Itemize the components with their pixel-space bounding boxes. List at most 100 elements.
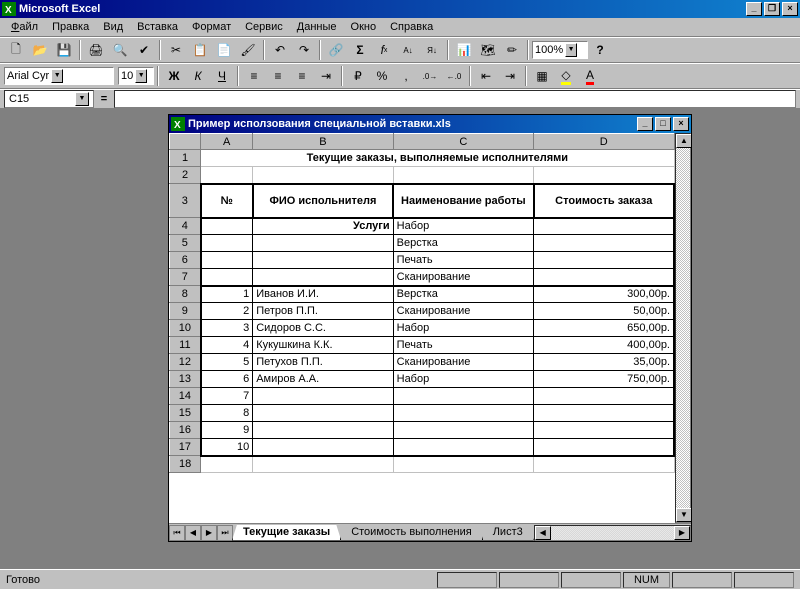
row-2[interactable]: 2 — [170, 167, 201, 184]
table-cell[interactable]: 8 — [201, 405, 253, 422]
row-7[interactable]: 7 — [170, 269, 201, 286]
row-5[interactable]: 5 — [170, 235, 201, 252]
save-icon[interactable]: 💾 — [53, 39, 75, 61]
menu-window[interactable]: Окно — [344, 20, 384, 34]
menu-insert[interactable]: Вставка — [130, 20, 185, 34]
table-cell[interactable]: Набор — [393, 371, 533, 388]
minimize-button[interactable]: _ — [746, 2, 762, 16]
table-cell[interactable]: Сканирование — [393, 303, 533, 320]
row-8[interactable]: 8 — [170, 286, 201, 303]
function-icon[interactable]: fx — [373, 39, 395, 61]
menu-format[interactable]: Формат — [185, 20, 238, 34]
table-cell[interactable]: 650,00р. — [534, 320, 674, 337]
menu-data[interactable]: Данные — [290, 20, 344, 34]
menu-help[interactable]: Справка — [383, 20, 440, 34]
col-C[interactable]: C — [393, 134, 533, 150]
tab-prev-icon[interactable]: ◀ — [185, 525, 201, 541]
scroll-right-icon[interactable]: ▶ — [674, 526, 690, 540]
sort-desc-icon[interactable]: Я↓ — [421, 39, 443, 61]
scroll-left-icon[interactable]: ◀ — [535, 526, 551, 540]
table-cell[interactable]: 35,00р. — [534, 354, 674, 371]
th-fio[interactable]: ФИО испольнителя — [253, 184, 393, 218]
row-3[interactable]: 3 — [170, 184, 201, 218]
inc-indent-icon[interactable]: ⇥ — [499, 65, 521, 87]
inc-decimal-icon[interactable]: .0→ — [419, 65, 441, 87]
autosum-icon[interactable]: Σ — [349, 39, 371, 61]
table-cell[interactable]: Сканирование — [393, 354, 533, 371]
row-11[interactable]: 11 — [170, 337, 201, 354]
table-cell[interactable] — [393, 439, 533, 456]
table-cell[interactable]: 1 — [201, 286, 253, 303]
table-cell[interactable]: Петров П.П. — [253, 303, 393, 320]
col-D[interactable]: D — [534, 134, 674, 150]
table-cell[interactable]: Печать — [393, 337, 533, 354]
table-cell[interactable]: Сидоров С.С. — [253, 320, 393, 337]
menu-view[interactable]: Вид — [96, 20, 130, 34]
table-cell[interactable]: 300,00р. — [534, 286, 674, 303]
dec-decimal-icon[interactable]: ←.0 — [443, 65, 465, 87]
th-cost[interactable]: Стоимость заказа — [534, 184, 674, 218]
table-cell[interactable] — [253, 422, 393, 439]
row-16[interactable]: 16 — [170, 422, 201, 439]
align-center-icon[interactable]: ≡ — [267, 65, 289, 87]
table-cell[interactable]: Петухов П.П. — [253, 354, 393, 371]
table-cell[interactable]: Кукушкина К.К. — [253, 337, 393, 354]
spell-icon[interactable]: ✔ — [133, 39, 155, 61]
scroll-up-icon[interactable]: ▲ — [676, 134, 691, 148]
select-all-corner[interactable] — [170, 134, 201, 150]
row-14[interactable]: 14 — [170, 388, 201, 405]
bold-icon[interactable]: Ж — [163, 65, 185, 87]
table-cell[interactable]: 9 — [201, 422, 253, 439]
row-17[interactable]: 17 — [170, 439, 201, 456]
table-cell[interactable]: 3 — [201, 320, 253, 337]
table-cell[interactable] — [393, 422, 533, 439]
chart-icon[interactable]: 📊 — [453, 39, 475, 61]
table-cell[interactable]: 4 — [201, 337, 253, 354]
services-label[interactable]: Услуги — [253, 218, 393, 235]
dec-indent-icon[interactable]: ⇤ — [475, 65, 497, 87]
map-icon[interactable]: 🗺 — [477, 39, 499, 61]
table-cell[interactable] — [393, 388, 533, 405]
italic-icon[interactable]: К — [187, 65, 209, 87]
copy-icon[interactable]: 📋 — [189, 39, 211, 61]
tab-last-icon[interactable]: ⏭ — [217, 525, 233, 541]
cut-icon[interactable]: ✂ — [165, 39, 187, 61]
percent-icon[interactable]: % — [371, 65, 393, 87]
size-combo[interactable]: 10▼ — [118, 67, 154, 85]
open-icon[interactable]: 📂 — [29, 39, 51, 61]
formula-input[interactable] — [114, 90, 796, 108]
comma-icon[interactable]: , — [395, 65, 417, 87]
row-13[interactable]: 13 — [170, 371, 201, 388]
row-1[interactable]: 1 — [170, 150, 201, 167]
th-num[interactable]: № — [201, 184, 253, 218]
menu-file[interactable]: Файл — [4, 20, 45, 34]
print-icon[interactable]: 🖨 — [85, 39, 107, 61]
table-cell[interactable]: 7 — [201, 388, 253, 405]
fill-color-icon[interactable]: ◇ — [555, 65, 577, 87]
wb-minimize-button[interactable]: _ — [637, 117, 653, 131]
borders-icon[interactable]: ▦ — [531, 65, 553, 87]
sheet-tab-2[interactable]: Стоимость выполнения — [340, 525, 483, 541]
format-painter-icon[interactable]: 🖌 — [237, 39, 259, 61]
name-box[interactable]: C15▼ — [4, 90, 94, 108]
row-12[interactable]: 12 — [170, 354, 201, 371]
align-left-icon[interactable]: ≡ — [243, 65, 265, 87]
col-B[interactable]: B — [253, 134, 393, 150]
hyperlink-icon[interactable]: 🔗 — [325, 39, 347, 61]
menu-edit[interactable]: Правка — [45, 20, 96, 34]
row-15[interactable]: 15 — [170, 405, 201, 422]
row-10[interactable]: 10 — [170, 320, 201, 337]
row-6[interactable]: 6 — [170, 252, 201, 269]
font-color-icon[interactable]: A — [579, 65, 601, 87]
new-icon[interactable]: 🗋 — [5, 39, 27, 61]
zoom-combo[interactable]: 100%▼ — [532, 41, 588, 59]
help-icon[interactable]: ? — [589, 39, 611, 61]
table-cell[interactable]: 5 — [201, 354, 253, 371]
table-cell[interactable]: Амиров А.А. — [253, 371, 393, 388]
table-cell[interactable]: 2 — [201, 303, 253, 320]
menu-tools[interactable]: Сервис — [238, 20, 290, 34]
restore-button[interactable]: ❐ — [764, 2, 780, 16]
sort-asc-icon[interactable]: A↓ — [397, 39, 419, 61]
table-cell[interactable] — [253, 405, 393, 422]
table-cell[interactable]: Верстка — [393, 286, 533, 303]
